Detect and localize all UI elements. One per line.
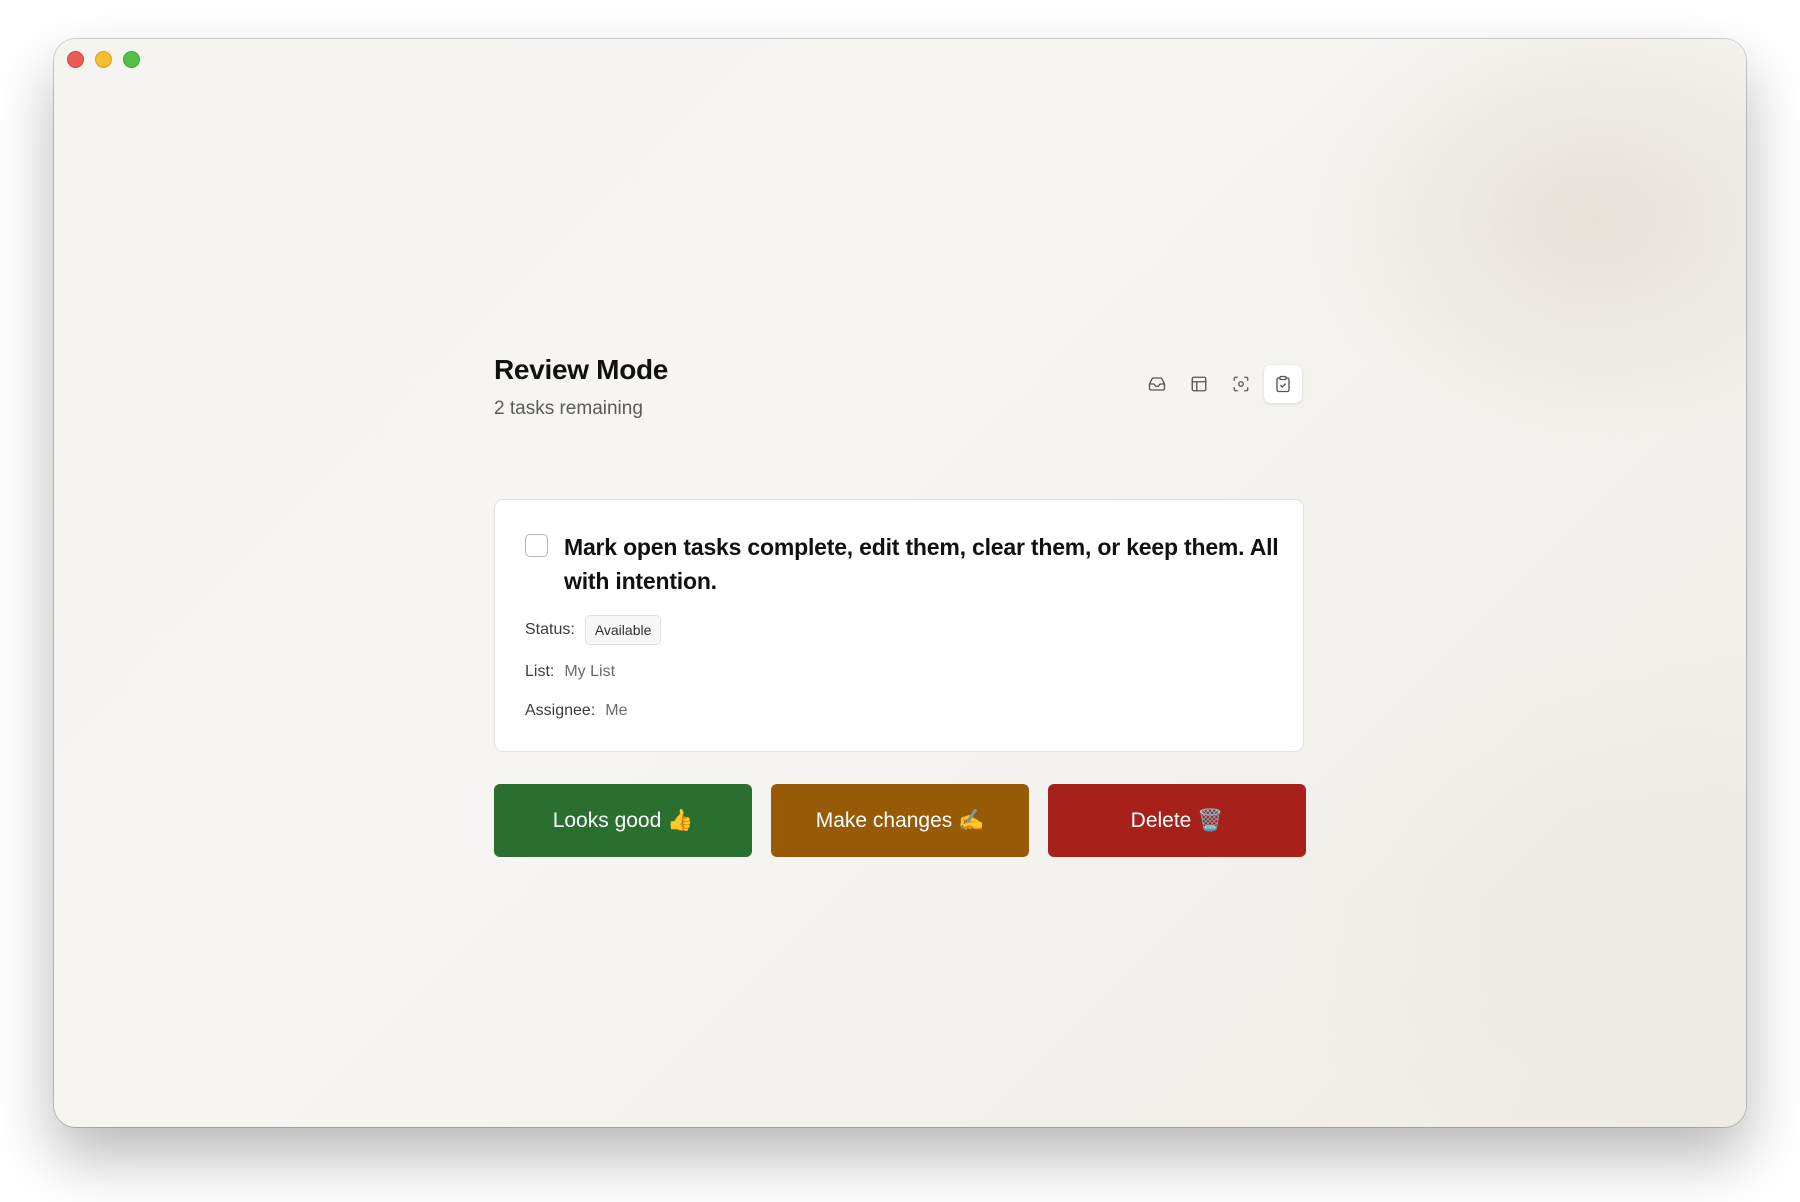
list-label: List: — [525, 663, 555, 680]
assignee-label: Assignee: — [525, 702, 596, 719]
review-view-button[interactable] — [1264, 365, 1302, 403]
minimize-window-button[interactable] — [95, 51, 112, 68]
assignee-value: Me — [605, 702, 628, 719]
maximize-window-button[interactable] — [123, 51, 140, 68]
app-window: Review Mode 2 tasks remaining Mark open … — [54, 39, 1746, 1127]
list-value: My List — [564, 663, 616, 680]
inbox-view-button[interactable] — [1138, 365, 1176, 403]
focus-view-button[interactable] — [1222, 365, 1260, 403]
make-changes-button[interactable]: Make changes ✍️ — [771, 784, 1029, 857]
status-row: Status: Available — [525, 615, 662, 645]
inbox-icon — [1148, 377, 1166, 391]
looks-good-button[interactable]: Looks good 👍 — [494, 784, 752, 857]
board-view-button[interactable] — [1180, 365, 1218, 403]
clipboard-check-icon — [1276, 375, 1290, 393]
review-actions: Looks good 👍 Make changes ✍️ Delete 🗑️ — [494, 784, 1306, 857]
focus-icon — [1233, 376, 1249, 392]
close-window-button[interactable] — [67, 51, 84, 68]
task-title: Mark open tasks complete, edit them, cle… — [564, 534, 1279, 594]
view-switcher — [1138, 365, 1302, 403]
assignee-row: Assignee: Me — [525, 702, 628, 720]
list-row: List: My List — [525, 663, 615, 681]
tasks-remaining-count: 2 tasks remaining — [494, 398, 643, 419]
delete-button[interactable]: Delete 🗑️ — [1048, 784, 1306, 857]
page-title: Review Mode — [494, 354, 669, 385]
status-label: Status: — [525, 621, 575, 638]
window-controls — [67, 51, 140, 68]
status-badge: Available — [584, 615, 662, 645]
task-complete-checkbox[interactable] — [525, 534, 548, 557]
layout-icon — [1191, 376, 1207, 392]
task-card: Mark open tasks complete, edit them, cle… — [494, 499, 1304, 752]
